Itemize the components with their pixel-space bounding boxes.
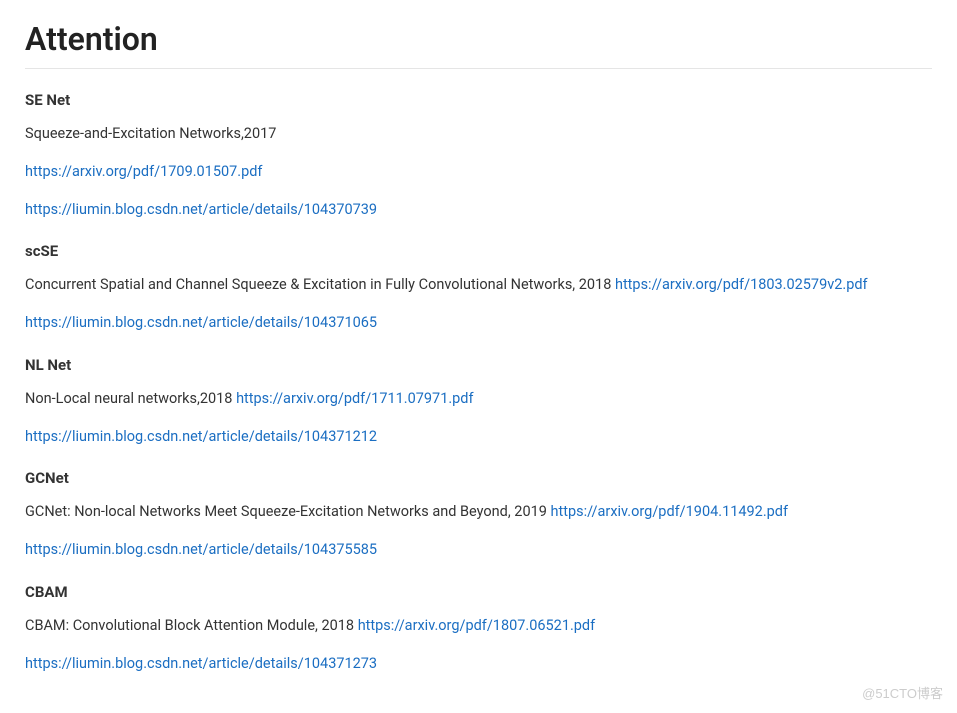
section-description: Concurrent Spatial and Channel Squeeze &… bbox=[25, 276, 611, 293]
blog-link[interactable]: https://liumin.blog.csdn.net/article/det… bbox=[25, 314, 377, 331]
paper-link[interactable]: https://arxiv.org/pdf/1709.01507.pdf bbox=[25, 163, 262, 180]
watermark: @51CTO博客 bbox=[862, 683, 943, 702]
blog-link[interactable]: https://liumin.blog.csdn.net/article/det… bbox=[25, 428, 377, 445]
section-heading: scSE bbox=[25, 242, 932, 260]
section-description: CBAM: Convolutional Block Attention Modu… bbox=[25, 617, 354, 634]
section-heading: GCNet bbox=[25, 469, 932, 487]
paper-link[interactable]: https://arxiv.org/pdf/1807.06521.pdf bbox=[358, 617, 595, 634]
paper-link[interactable]: https://arxiv.org/pdf/1803.02579v2.pdf bbox=[615, 276, 868, 293]
paper-link[interactable]: https://arxiv.org/pdf/1711.07971.pdf bbox=[236, 390, 473, 407]
section-heading: NL Net bbox=[25, 356, 932, 374]
blog-link[interactable]: https://liumin.blog.csdn.net/article/det… bbox=[25, 201, 377, 218]
page-title: Attention bbox=[25, 20, 932, 69]
section-description: GCNet: Non-local Networks Meet Squeeze-E… bbox=[25, 503, 547, 520]
section-description: Non-Local neural networks,2018 bbox=[25, 390, 232, 407]
section-heading: SE Net bbox=[25, 91, 932, 109]
blog-link[interactable]: https://liumin.blog.csdn.net/article/det… bbox=[25, 655, 377, 672]
section-description: Squeeze-and-Excitation Networks,2017 bbox=[25, 123, 932, 145]
paper-link[interactable]: https://arxiv.org/pdf/1904.11492.pdf bbox=[551, 503, 788, 520]
section-heading: CBAM bbox=[25, 583, 932, 601]
blog-link[interactable]: https://liumin.blog.csdn.net/article/det… bbox=[25, 541, 377, 558]
